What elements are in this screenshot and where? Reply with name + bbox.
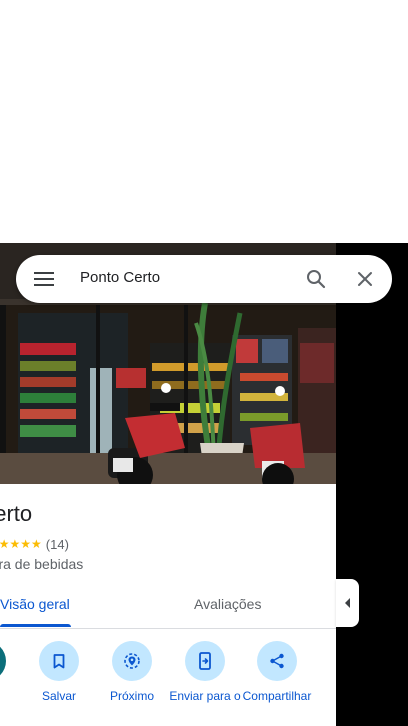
tab-overview[interactable]: Visão geral: [0, 596, 70, 612]
collapse-panel-button[interactable]: [336, 579, 359, 627]
send-to-phone-icon: [185, 641, 225, 681]
save-label: Salvar: [41, 689, 76, 703]
share-button[interactable]: Compartilhar: [240, 641, 314, 704]
collapse-left-icon: [344, 598, 350, 608]
share-icon: [257, 641, 297, 681]
menu-icon[interactable]: [28, 263, 60, 295]
directions-label: s: [0, 689, 23, 704]
bookmark-icon: [39, 641, 79, 681]
nearby-button[interactable]: Próximo: [95, 641, 169, 704]
send-to-phone-button[interactable]: Enviar para o: [168, 641, 242, 704]
send-to-phone-label: Enviar para o: [169, 689, 241, 703]
rating-count[interactable]: (14): [46, 537, 69, 552]
place-category[interactable]: uidora de bebidas: [0, 556, 83, 572]
close-icon[interactable]: [349, 263, 381, 295]
directions-button[interactable]: s: [0, 641, 23, 704]
action-buttons: s Salvar Próximo: [0, 641, 336, 726]
share-label: Compartilhar: [242, 689, 312, 703]
directions-icon: [0, 641, 6, 681]
place-panel: o Certo ★★★★★ (14) uidora de bebidas Vis…: [0, 484, 336, 726]
nearby-label: Próximo: [109, 689, 154, 703]
map-background: [336, 243, 408, 726]
tab-bar: Visão geral Avaliações: [0, 584, 336, 629]
active-tab-indicator: [0, 624, 71, 627]
nearby-icon: [112, 641, 152, 681]
place-title: o Certo: [0, 501, 33, 526]
search-input[interactable]: Ponto Certo: [80, 269, 160, 286]
save-button[interactable]: Salvar: [22, 641, 96, 704]
star-rating-icon: ★★★★★: [0, 537, 42, 551]
tab-reviews[interactable]: Avaliações: [194, 596, 261, 612]
search-icon[interactable]: [300, 263, 332, 295]
search-bar[interactable]: Ponto Certo: [16, 255, 392, 303]
rating-row[interactable]: ★★★★★ (14): [0, 536, 69, 552]
